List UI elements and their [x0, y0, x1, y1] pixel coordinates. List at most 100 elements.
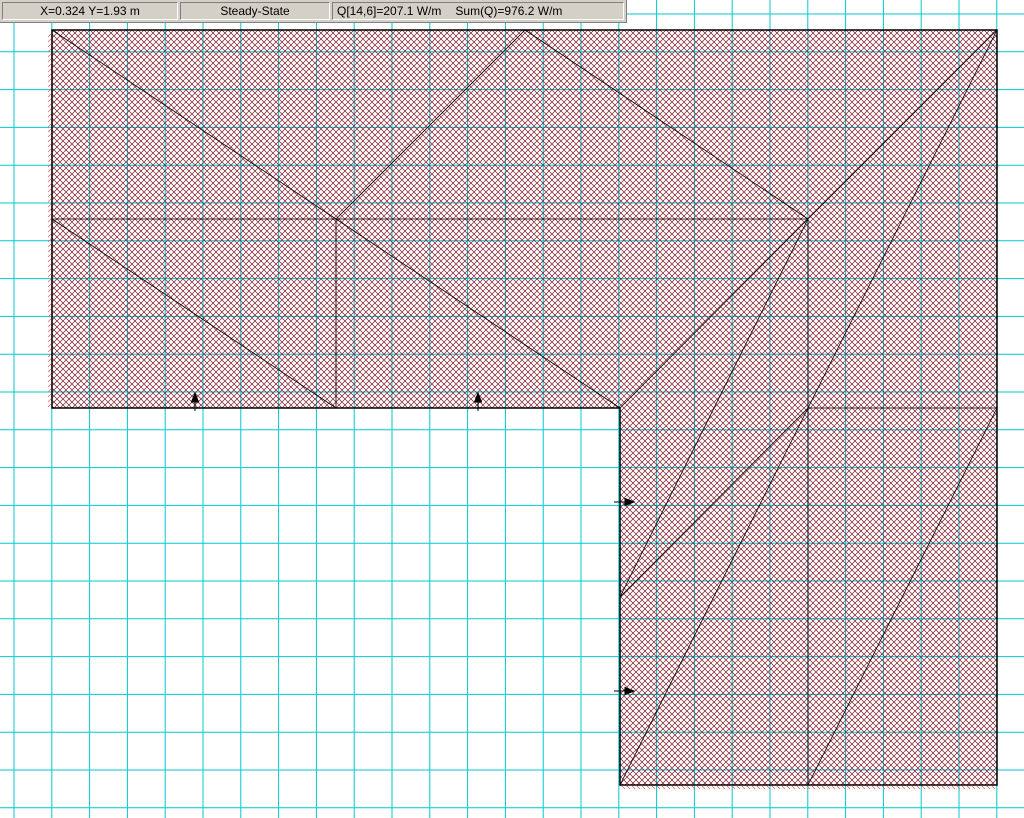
boundary-tick [916, 785, 921, 790]
boundary-tick [47, 63, 52, 68]
boundary-tick [866, 785, 871, 790]
boundary-tick [736, 785, 741, 790]
cursor-coordinates: X=0.324 Y=1.93 m [2, 2, 178, 20]
node-flux-value: Q[14,6]=207.1 W/m [337, 4, 442, 18]
boundary-tick [946, 785, 951, 790]
boundary-tick [641, 785, 646, 790]
boundary-tick [756, 785, 761, 790]
boundary-tick [47, 403, 52, 408]
boundary-tick [761, 785, 766, 790]
boundary-tick [831, 785, 836, 790]
boundary-tick [47, 153, 52, 158]
boundary-tick [696, 785, 701, 790]
boundary-tick [47, 263, 52, 268]
boundary-tick [47, 288, 52, 293]
boundary-tick [47, 58, 52, 63]
boundary-tick [681, 785, 686, 790]
boundary-tick [47, 193, 52, 198]
boundary-tick [726, 785, 731, 790]
boundary-tick [47, 223, 52, 228]
boundary-tick [936, 785, 941, 790]
boundary-tick [47, 103, 52, 108]
boundary-tick [846, 785, 851, 790]
boundary-tick [47, 303, 52, 308]
boundary-tick [47, 243, 52, 248]
drawing-canvas[interactable] [0, 0, 1024, 818]
boundary-tick [47, 338, 52, 343]
boundary-tick [47, 143, 52, 148]
boundary-tick [47, 293, 52, 298]
heat-flux-arrows [190, 391, 636, 696]
boundary-tick [836, 785, 841, 790]
boundary-tick [791, 785, 796, 790]
boundary-tick [47, 378, 52, 383]
canvas-svg[interactable] [0, 0, 1024, 818]
boundary-tick [47, 118, 52, 123]
boundary-tick [851, 785, 856, 790]
boundary-tick [47, 258, 52, 263]
boundary-tick [986, 785, 991, 790]
boundary-tick [716, 785, 721, 790]
boundary-tick [961, 785, 966, 790]
boundary-tick [47, 203, 52, 208]
boundary-tick [666, 785, 671, 790]
boundary-tick [966, 785, 971, 790]
boundary-tick [47, 98, 52, 103]
boundary-tick [981, 785, 986, 790]
boundary-tick [921, 785, 926, 790]
boundary-tick [47, 188, 52, 193]
boundary-tick [911, 785, 916, 790]
boundary-tick [781, 785, 786, 790]
boundary-tick [47, 333, 52, 338]
boundary-tick [47, 218, 52, 223]
boundary-tick [971, 785, 976, 790]
boundary-tick [47, 398, 52, 403]
boundary-tick [47, 198, 52, 203]
boundary-tick [47, 228, 52, 233]
boundary-tick [951, 785, 956, 790]
boundary-tick [621, 785, 626, 790]
boundary-tick [47, 368, 52, 373]
boundary-tick [991, 785, 996, 790]
boundary-tick [47, 363, 52, 368]
boundary-tick [746, 785, 751, 790]
boundary-tick [47, 358, 52, 363]
boundary-tick [741, 785, 746, 790]
boundary-tick [47, 233, 52, 238]
boundary-tick [47, 253, 52, 258]
boundary-tick [636, 785, 641, 790]
boundary-tick [841, 785, 846, 790]
boundary-tick [47, 33, 52, 38]
boundary-tick [751, 785, 756, 790]
boundary-tick [47, 93, 52, 98]
lshape-geometry[interactable] [47, 29, 998, 790]
boundary-tick [47, 213, 52, 218]
boundary-tick [676, 785, 681, 790]
boundary-tick [47, 173, 52, 178]
boundary-tick [816, 785, 821, 790]
boundary-tick [706, 785, 711, 790]
boundary-tick [776, 785, 781, 790]
boundary-tick [671, 785, 676, 790]
boundary-tick [931, 785, 936, 790]
boundary-tick [47, 268, 52, 273]
boundary-tick [906, 785, 911, 790]
boundary-tick [47, 248, 52, 253]
boundary-tick [47, 298, 52, 303]
boundary-tick [631, 785, 636, 790]
boundary-tick [871, 785, 876, 790]
boundary-tick [686, 785, 691, 790]
boundary-tick [656, 785, 661, 790]
boundary-tick [901, 785, 906, 790]
boundary-tick [47, 123, 52, 128]
boundary-tick [47, 383, 52, 388]
boundary-tick [721, 785, 726, 790]
boundary-tick [976, 785, 981, 790]
boundary-tick [47, 38, 52, 43]
boundary-tick [886, 785, 891, 790]
boundary-tick [47, 148, 52, 153]
boundary-tick [47, 138, 52, 143]
boundary-tick [47, 83, 52, 88]
boundary-tick [861, 785, 866, 790]
boundary-tick [786, 785, 791, 790]
